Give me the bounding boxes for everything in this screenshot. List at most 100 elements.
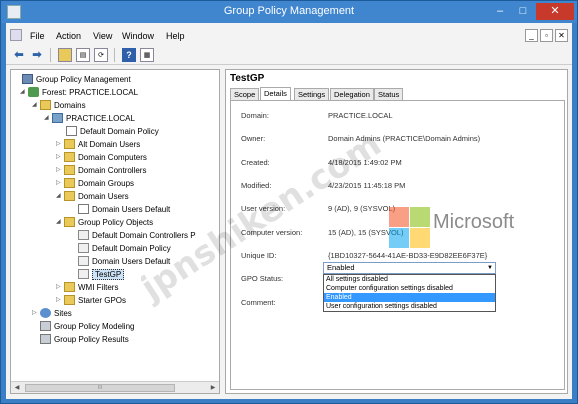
microsoft-brand-text: Microsoft — [433, 211, 515, 233]
tree-item-gpo-default-domain-policy[interactable]: Default Domain Policy — [78, 242, 171, 255]
gpo-status-selected-value: Enabled — [327, 263, 355, 272]
back-arrow-icon[interactable]: ⬅ — [12, 48, 26, 62]
collapse-arrow-icon[interactable]: ◢ — [56, 216, 64, 229]
tab-details[interactable]: Details — [260, 87, 291, 101]
menu-bar: File Action View Window Help _ ▫ ✕ — [6, 27, 572, 45]
expand-arrow-icon[interactable]: ▷ — [32, 307, 40, 320]
tree-item-domain-users[interactable]: ◢ Domain Users — [56, 190, 129, 203]
folder-icon — [64, 178, 75, 188]
tree-item-domain-computers[interactable]: ▷ Domain Computers — [56, 151, 147, 164]
logo-tile-yellow — [410, 228, 430, 248]
tree-item-gp-modeling[interactable]: Group Policy Modeling — [40, 320, 134, 333]
expand-arrow-icon[interactable]: ▷ — [56, 281, 64, 294]
console-tree: Group Policy Management ◢ Forest: PRACTIC… — [10, 69, 220, 394]
gpo-status-option-computer-disabled[interactable]: Computer configuration settings disabled — [324, 284, 495, 293]
up-folder-icon[interactable] — [58, 48, 72, 62]
folder-icon — [64, 217, 75, 227]
expand-arrow-icon[interactable]: ▷ — [56, 294, 64, 307]
show-hide-tree-icon[interactable]: ▤ — [76, 48, 90, 62]
collapse-arrow-icon[interactable]: ◢ — [32, 99, 40, 112]
tree-item-sites[interactable]: ▷ Sites — [32, 307, 72, 320]
gpo-status-select[interactable]: Enabled ▼ — [323, 262, 496, 274]
created-value: 4/18/2015 1:49:02 PM — [328, 158, 402, 167]
tree-item-domain-controllers[interactable]: ▷ Domain Controllers — [56, 164, 146, 177]
expand-arrow-icon[interactable]: ▷ — [56, 164, 64, 177]
logo-tile-blue — [389, 228, 409, 248]
mdi-close-button[interactable]: ✕ — [555, 29, 568, 42]
gpo-link-icon — [66, 126, 77, 136]
expand-arrow-icon[interactable]: ▷ — [56, 151, 64, 164]
mdi-controls: _ ▫ ✕ — [523, 29, 568, 42]
tree-item-domain-users-default-link[interactable]: Domain Users Default — [78, 203, 170, 216]
menu-file[interactable]: File — [30, 31, 45, 41]
scroll-thumb[interactable]: III — [25, 384, 175, 392]
computer-version-label: Computer version: — [241, 228, 303, 237]
tree-item-gpo-default-domain-controllers[interactable]: Default Domain Controllers P — [78, 229, 196, 242]
gpo-status-option-all-disabled[interactable]: All settings disabled — [324, 275, 495, 284]
properties-icon[interactable]: ▦ — [140, 48, 154, 62]
toolbar: ⬅ ➡ ▤ ⟳ ? ▦ — [6, 45, 572, 65]
mdi-restore-button[interactable]: ▫ — [540, 29, 553, 42]
refresh-icon[interactable]: ⟳ — [94, 48, 108, 62]
collapse-arrow-icon[interactable]: ◢ — [44, 112, 52, 125]
gpo-icon — [78, 256, 89, 266]
tree-item-alt-domain-users[interactable]: ▷ Alt Domain Users — [56, 138, 140, 151]
tree-item-gp-results[interactable]: Group Policy Results — [40, 333, 129, 346]
expand-arrow-icon[interactable]: ▷ — [56, 177, 64, 190]
menu-view[interactable]: View — [93, 31, 112, 41]
user-version-label: User version: — [241, 204, 286, 213]
collapse-arrow-icon[interactable]: ◢ — [56, 190, 64, 203]
app-window: Group Policy Management – □ ✕ File Actio… — [0, 0, 578, 404]
tree-item-default-domain-policy-link[interactable]: Default Domain Policy — [66, 125, 159, 138]
modified-value: 4/23/2015 11:45:18 PM — [328, 181, 406, 190]
tree-item-gpm[interactable]: Group Policy Management — [14, 73, 131, 86]
tab-settings[interactable]: Settings — [294, 88, 330, 100]
tree-item-group-policy-objects[interactable]: ◢ Group Policy Objects — [56, 216, 153, 229]
logo-tile-green — [410, 207, 430, 227]
tree-item-starter-gpos[interactable]: ▷ Starter GPOs — [56, 294, 126, 307]
tree-item-wmi-filters[interactable]: ▷ WMI Filters — [56, 281, 118, 294]
gpo-status-option-user-disabled[interactable]: User configuration settings disabled — [324, 302, 495, 311]
tab-status[interactable]: Status — [374, 88, 404, 100]
menu-help[interactable]: Help — [166, 31, 185, 41]
console-icon[interactable] — [10, 29, 22, 41]
menu-window[interactable]: Window — [122, 31, 154, 41]
maximize-button[interactable]: □ — [512, 3, 534, 20]
gpo-status-option-enabled[interactable]: Enabled — [324, 293, 495, 302]
tree-item-gpo-testgp[interactable]: TestGP — [78, 268, 125, 281]
domain-value: PRACTICE.LOCAL — [328, 111, 393, 120]
comment-label: Comment: — [241, 298, 276, 307]
tree-item-gpo-domain-users-default[interactable]: Domain Users Default — [78, 255, 170, 268]
forest-icon — [28, 87, 39, 97]
modeling-icon — [40, 321, 51, 331]
tab-delegation[interactable]: Delegation — [330, 88, 374, 100]
help-icon[interactable]: ? — [122, 48, 136, 62]
toolbar-separator — [114, 48, 115, 62]
scroll-left-icon[interactable]: ◀ — [12, 383, 22, 393]
tree-item-domains[interactable]: ◢ Domains — [32, 99, 86, 112]
scroll-right-icon[interactable]: ▶ — [208, 383, 218, 393]
folder-icon — [64, 191, 75, 201]
tree-item-domain-groups[interactable]: ▷ Domain Groups — [56, 177, 134, 190]
results-icon — [40, 334, 51, 344]
toolbar-separator — [50, 48, 51, 62]
forward-arrow-icon[interactable]: ➡ — [30, 48, 44, 62]
user-version-value: 9 (AD), 9 (SYSVOL) — [328, 204, 396, 213]
owner-label: Owner: — [241, 134, 266, 143]
domain-label: Domain: — [241, 111, 269, 120]
unique-id-value: {1BD10327-5644-41AE-BD33-E9D82EE6F37E} — [328, 251, 488, 260]
title-bar[interactable]: Group Policy Management – □ ✕ — [1, 1, 577, 23]
expand-arrow-icon[interactable]: ▷ — [56, 138, 64, 151]
menu-action[interactable]: Action — [56, 31, 81, 41]
collapse-arrow-icon[interactable]: ◢ — [20, 86, 28, 99]
tree-item-forest[interactable]: ◢ Forest: PRACTICE.LOCAL — [20, 86, 138, 99]
minimize-button[interactable]: – — [489, 3, 511, 20]
chevron-down-icon[interactable]: ▼ — [487, 263, 493, 273]
mdi-minimize-button[interactable]: _ — [525, 29, 538, 42]
tree-horizontal-scrollbar[interactable]: ◀ III ▶ — [11, 381, 219, 393]
gpm-icon — [22, 74, 33, 84]
tab-scope[interactable]: Scope — [230, 88, 260, 100]
tree-item-domain-practice[interactable]: ◢ PRACTICE.LOCAL — [44, 112, 135, 125]
gpo-icon — [78, 269, 89, 279]
close-button[interactable]: ✕ — [536, 3, 574, 20]
